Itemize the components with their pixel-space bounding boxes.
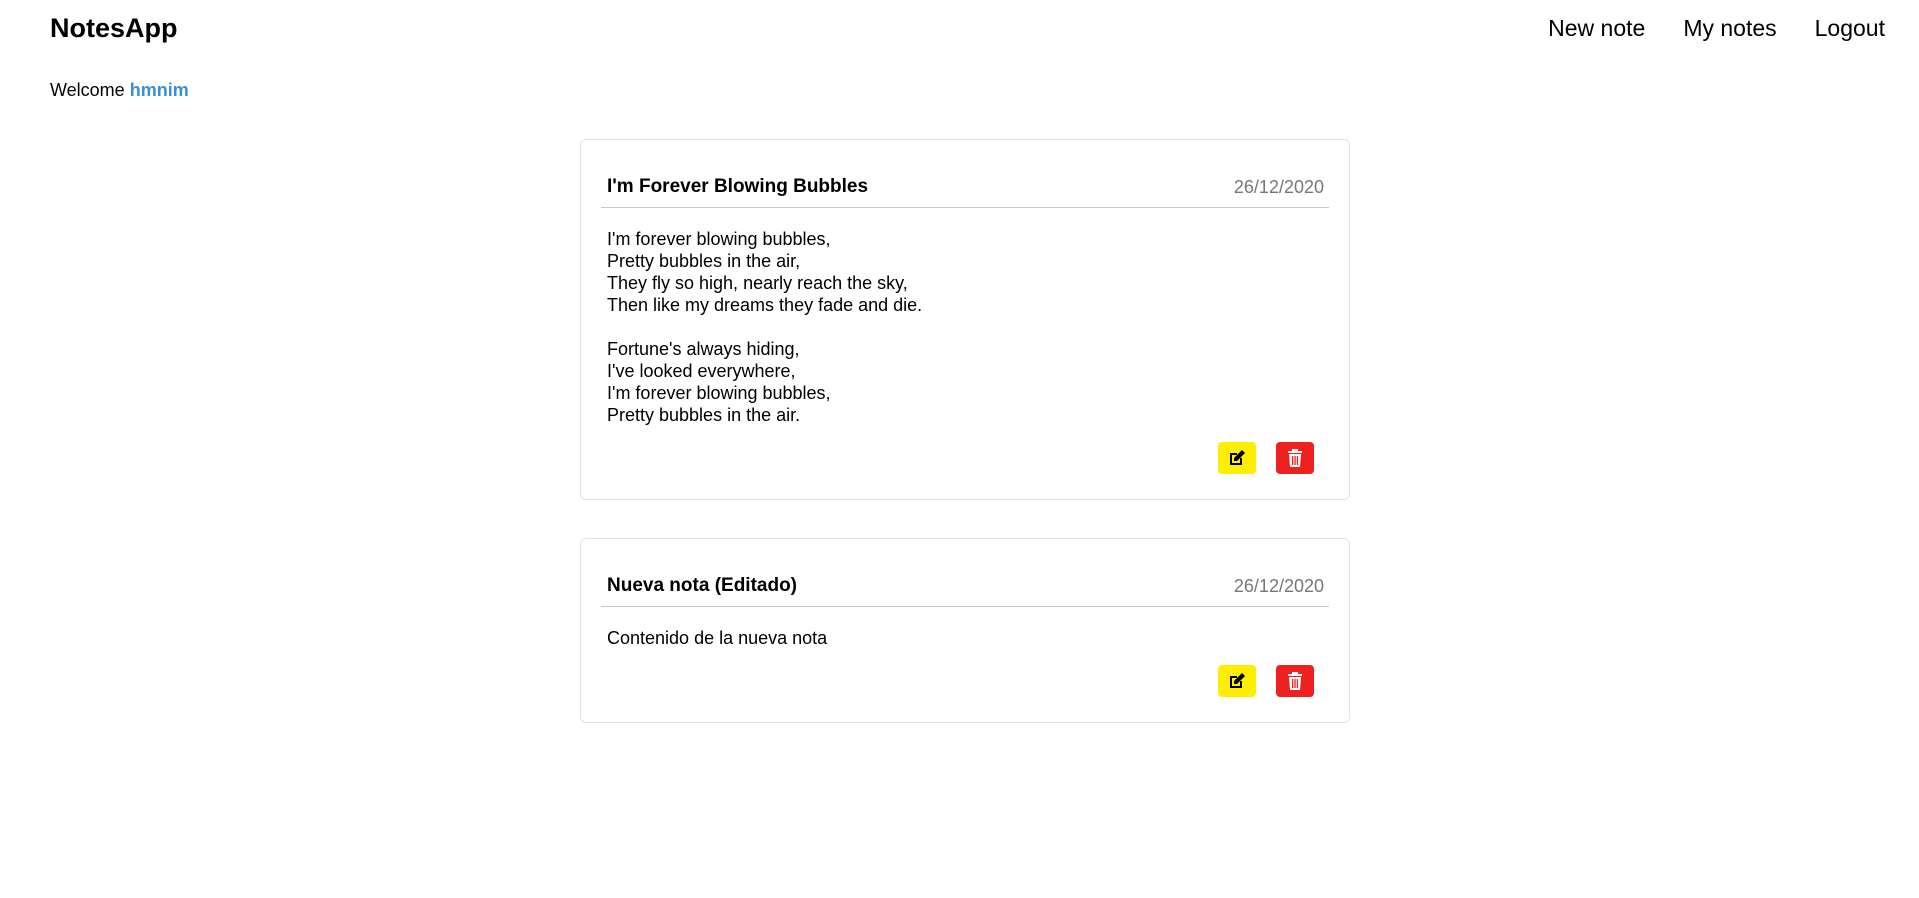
note-content: Contenido de la nueva nota (607, 628, 828, 648)
trash-icon (1286, 448, 1304, 468)
note-title: Nueva nota (Editado) (607, 575, 798, 596)
note-card: Nueva nota (Editado) 26/12/2020 Contenid… (580, 538, 1350, 723)
note-actions (607, 665, 1323, 697)
nav-logout-link[interactable]: Logout (1815, 14, 1885, 42)
edit-icon (1227, 448, 1247, 468)
brand-logo[interactable]: NotesApp (50, 12, 178, 44)
note-actions (607, 442, 1323, 474)
note-date: 26/12/2020 (1233, 576, 1324, 596)
nav-my-notes-link[interactable]: My notes (1683, 14, 1776, 42)
welcome-message: Welcome hmnim (50, 79, 189, 101)
delete-note-button[interactable] (1276, 442, 1314, 474)
note-card: I'm Forever Blowing Bubbles 26/12/2020 I… (580, 139, 1350, 500)
delete-note-button[interactable] (1276, 665, 1314, 697)
note-header: I'm Forever Blowing Bubbles 26/12/2020 (601, 176, 1329, 208)
edit-icon (1227, 671, 1247, 691)
notes-list: I'm Forever Blowing Bubbles 26/12/2020 I… (580, 139, 1350, 761)
note-content: I'm forever blowing bubbles, Pretty bubb… (607, 229, 923, 425)
trash-icon (1286, 671, 1304, 691)
welcome-prefix: Welcome (50, 80, 125, 100)
edit-note-button[interactable] (1218, 442, 1256, 474)
nav-links: New note My notes Logout (1548, 14, 1885, 42)
note-header: Nueva nota (Editado) 26/12/2020 (601, 575, 1329, 607)
nav-new-note-link[interactable]: New note (1548, 14, 1645, 42)
navbar: NotesApp New note My notes Logout (0, 0, 1919, 56)
note-date: 26/12/2020 (1233, 177, 1324, 197)
edit-note-button[interactable] (1218, 665, 1256, 697)
note-title: I'm Forever Blowing Bubbles (607, 176, 869, 197)
welcome-username: hmnim (129, 80, 189, 100)
